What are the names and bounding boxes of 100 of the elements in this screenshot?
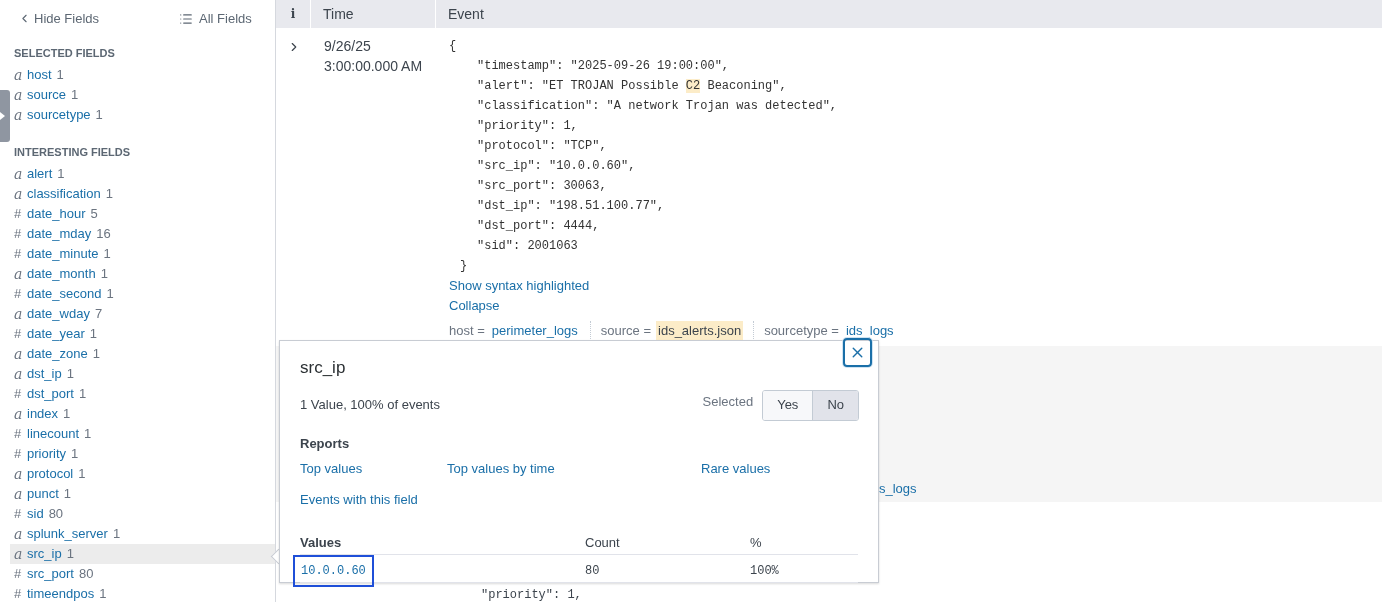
json-line: "sid": 2001063 xyxy=(476,238,578,255)
field-name: index xyxy=(27,405,59,424)
field-count: 1 xyxy=(95,106,103,125)
field-item[interactable]: a classification 1 xyxy=(10,184,275,204)
field-type-glyph: a xyxy=(14,544,24,564)
field-item[interactable]: a source 1 xyxy=(10,85,275,105)
field-count: 1 xyxy=(84,425,92,444)
field-value-link[interactable]: s_logs xyxy=(879,481,917,496)
field-item[interactable]: # date_year 1 xyxy=(10,324,275,344)
field-name: splunk_server xyxy=(27,525,108,544)
field-item[interactable]: a index 1 xyxy=(10,404,275,424)
field-item[interactable]: # priority 1 xyxy=(10,444,275,464)
column-header: Time xyxy=(311,0,436,28)
field-item[interactable]: # dst_port 1 xyxy=(10,384,275,404)
field-count: 1 xyxy=(92,345,100,364)
field-item[interactable]: # date_hour 5 xyxy=(10,204,275,224)
field-value-link[interactable]: ids_alerts.json xyxy=(656,321,744,341)
field-item[interactable]: # date_second 1 xyxy=(10,284,275,304)
field-count: 1 xyxy=(66,545,74,564)
field-value-link[interactable]: perimeter_logs xyxy=(489,321,580,341)
json-line: "priority": 1, xyxy=(476,118,578,135)
field-count: 16 xyxy=(96,225,111,244)
field-type-glyph: # xyxy=(14,445,23,464)
field-name: dst_port xyxy=(27,385,74,404)
field-type-glyph: # xyxy=(14,425,23,444)
field-count: 1 xyxy=(99,585,107,602)
field-group-title: INTERESTING FIELDS xyxy=(13,145,132,160)
field-type-glyph: # xyxy=(14,565,23,584)
field-count: 5 xyxy=(90,205,98,224)
field-type-glyph: a xyxy=(14,85,24,105)
close-button[interactable] xyxy=(843,338,872,367)
toggle-button[interactable]: No xyxy=(812,390,858,420)
report-link[interactable]: Top values xyxy=(300,461,363,476)
reports-heading: Reports xyxy=(300,434,351,453)
field-item[interactable]: a dst_ip 1 xyxy=(10,364,275,384)
field-item[interactable]: # sid 80 xyxy=(10,504,275,524)
field-count: 1 xyxy=(106,285,114,304)
field-type-glyph: a xyxy=(14,364,24,384)
all-fields-button[interactable]: All Fields xyxy=(179,8,252,29)
field-name: punct xyxy=(27,485,59,504)
field-item[interactable]: a date_zone 1 xyxy=(10,344,275,364)
sidebar-collapse-handle[interactable] xyxy=(0,90,10,142)
field-count: 1 xyxy=(89,325,98,344)
field-item[interactable]: a src_ip 1 xyxy=(10,544,275,564)
field-type-glyph: # xyxy=(14,245,23,264)
column-header: % xyxy=(750,534,763,552)
field-key: host = xyxy=(449,321,485,341)
event-link[interactable]: Show syntax highlighted xyxy=(449,278,590,293)
field-count: 1 xyxy=(66,365,74,384)
field-item[interactable]: a host 1 xyxy=(10,65,275,85)
field-name: date_wday xyxy=(27,305,90,324)
field-item[interactable]: # timeendpos 1 xyxy=(10,584,275,602)
field-key: source = xyxy=(600,321,651,341)
field-item[interactable]: a date_wday 7 xyxy=(10,304,275,324)
field-name: protocol xyxy=(27,465,74,484)
field-type-glyph: a xyxy=(14,184,24,204)
value-link[interactable]: 10.0.0.60 xyxy=(293,555,374,587)
field-name: timeendpos xyxy=(27,585,95,602)
field-type-glyph: # xyxy=(14,285,23,304)
field-count: 1 xyxy=(100,265,108,284)
field-type-glyph: # xyxy=(14,205,23,224)
field-name: source xyxy=(27,86,67,105)
json-brace: { xyxy=(449,38,457,55)
field-item[interactable]: # date_minute 1 xyxy=(10,244,275,264)
field-count: 1 xyxy=(56,66,64,85)
field-count: 1 xyxy=(57,165,65,184)
field-item[interactable]: # date_mday 16 xyxy=(10,224,275,244)
field-name: src_port xyxy=(27,565,74,584)
field-count: 1 xyxy=(63,485,72,504)
field-item[interactable]: # linecount 1 xyxy=(10,424,275,444)
field-item[interactable]: a punct 1 xyxy=(10,484,275,504)
field-type-glyph: # xyxy=(14,585,23,602)
field-item[interactable]: a splunk_server 1 xyxy=(10,524,275,544)
field-item[interactable]: # src_port 80 xyxy=(10,564,275,584)
field-item[interactable]: a alert 1 xyxy=(10,164,275,184)
field-name: date_second xyxy=(27,285,102,304)
field-group-title: SELECTED FIELDS xyxy=(13,46,116,61)
field-value-link[interactable]: ids_logs xyxy=(843,321,896,341)
column-header: Event xyxy=(447,4,485,24)
field-count: 1 xyxy=(105,185,113,204)
field-item[interactable]: a date_month 1 xyxy=(10,264,275,284)
json-line: "dst_port": 4444, xyxy=(476,218,600,235)
report-link[interactable]: Top values by time xyxy=(447,461,555,476)
event-link[interactable]: Collapse xyxy=(449,298,500,313)
json-line: "dst_ip": "198.51.100.77", xyxy=(476,198,665,215)
field-count: 1 xyxy=(112,525,121,544)
field-name: sourcetype xyxy=(27,106,91,125)
field-item[interactable]: a sourcetype 1 xyxy=(10,105,275,125)
selected-label: Selected xyxy=(702,393,754,412)
field-item[interactable]: a protocol 1 xyxy=(10,464,275,484)
field-name: alert xyxy=(27,165,53,184)
column-header: Count xyxy=(585,534,621,552)
field-count: 1 xyxy=(79,385,87,404)
field-type-glyph: a xyxy=(14,304,24,324)
field-count: 7 xyxy=(94,305,103,324)
toggle-button[interactable]: Yes xyxy=(763,390,813,420)
report-link[interactable]: Rare values xyxy=(701,461,771,476)
json-line: "classification": "A network Trojan was detected", xyxy=(476,98,838,115)
hide-fields-button[interactable]: Hide Fields xyxy=(18,8,100,29)
report-link[interactable]: Events with this field xyxy=(300,491,418,507)
